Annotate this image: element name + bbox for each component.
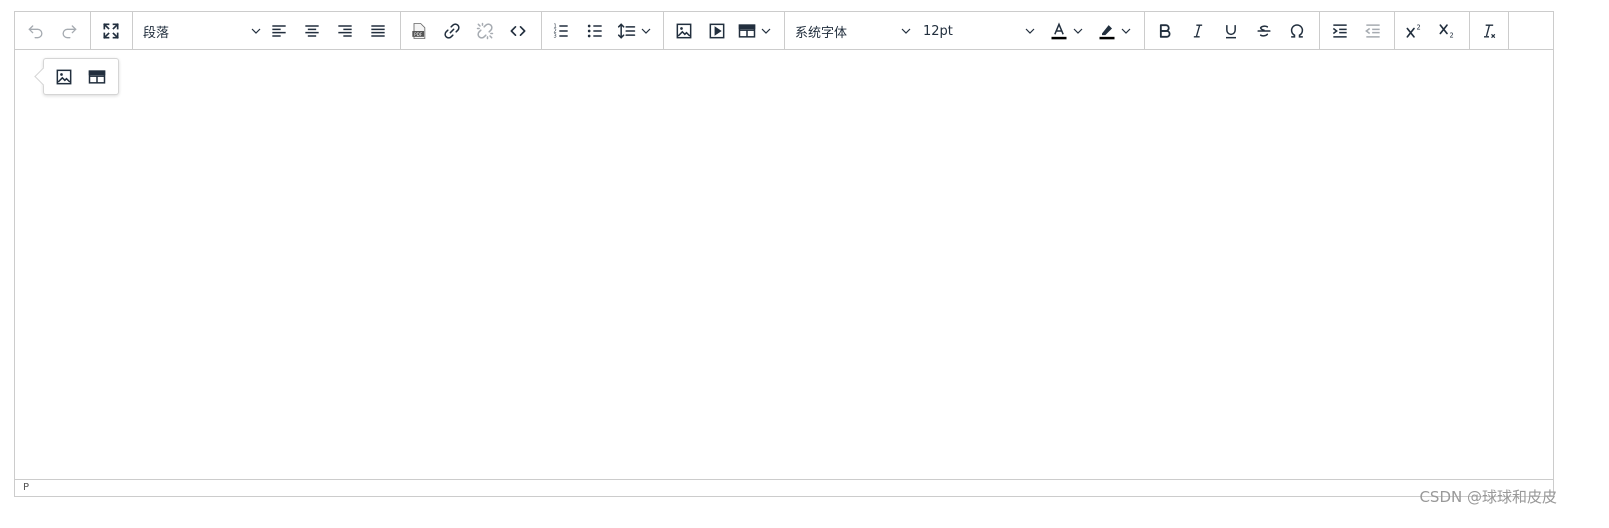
code-icon xyxy=(510,26,526,37)
special-char-icon xyxy=(1290,24,1304,38)
align-right-icon xyxy=(338,25,352,37)
fullscreen-button[interactable] xyxy=(96,16,126,46)
unlink-button[interactable] xyxy=(470,16,500,46)
line-height-dropdown[interactable] xyxy=(617,16,651,46)
align-center-button[interactable] xyxy=(297,16,327,46)
align-center-icon xyxy=(305,25,319,37)
link-button[interactable] xyxy=(437,16,467,46)
bold-button[interactable] xyxy=(1150,16,1180,46)
chevron-down-icon xyxy=(1121,28,1131,34)
svg-text:2: 2 xyxy=(1417,23,1421,31)
table-icon xyxy=(88,70,106,84)
chevron-down-icon xyxy=(1025,28,1035,34)
subscript-icon: 2 xyxy=(1439,24,1454,40)
align-right-button[interactable] xyxy=(330,16,360,46)
svg-text:3: 3 xyxy=(554,34,557,40)
toolbar-separator xyxy=(132,12,133,49)
watermark-text: CSDN @球球和皮皮 xyxy=(1419,488,1557,506)
quick-insert-image-button[interactable] xyxy=(49,62,79,92)
pdf-icon: PDF xyxy=(412,23,426,39)
clear-format-icon xyxy=(1484,24,1496,39)
chevron-down-icon xyxy=(641,28,651,34)
toolbar-separator xyxy=(1394,12,1395,49)
toolbar-separator xyxy=(1469,12,1470,49)
toolbar-separator xyxy=(90,12,91,49)
pdf-button[interactable]: PDF xyxy=(404,16,434,46)
toolbar-separator xyxy=(541,12,542,49)
svg-text:PDF: PDF xyxy=(414,32,423,37)
clear-format-button[interactable] xyxy=(1474,16,1504,46)
quick-insert-table-button[interactable] xyxy=(82,62,112,92)
bullet-list-icon xyxy=(587,24,602,38)
line-height-icon xyxy=(617,23,636,39)
outdent-icon xyxy=(1365,24,1380,38)
indent-icon xyxy=(1332,24,1347,38)
align-justify-icon xyxy=(371,25,385,37)
superscript-icon: 2 xyxy=(1406,23,1421,38)
chevron-down-icon xyxy=(901,28,911,34)
toolbar-separator xyxy=(663,12,664,49)
undo-button[interactable] xyxy=(21,16,51,46)
font-size-value: 12pt xyxy=(923,23,953,39)
chevron-down-icon xyxy=(761,28,771,34)
editor-statusbar: P xyxy=(15,479,1553,496)
italic-button[interactable] xyxy=(1183,16,1213,46)
unlink-icon xyxy=(476,22,494,40)
highlight-icon xyxy=(1099,25,1115,40)
underline-icon xyxy=(1226,25,1236,39)
toolbar-separator xyxy=(400,12,401,49)
subscript-button[interactable]: 2 xyxy=(1432,16,1462,46)
link-icon xyxy=(444,23,460,39)
toolbar-separator xyxy=(1144,12,1145,49)
indent-button[interactable] xyxy=(1325,16,1355,46)
table-icon xyxy=(738,24,756,38)
fullscreen-icon xyxy=(103,23,119,39)
special-char-button[interactable] xyxy=(1282,16,1312,46)
image-icon xyxy=(56,69,72,85)
editor-content-area[interactable] xyxy=(15,50,1553,479)
toolbar-separator xyxy=(1508,12,1509,49)
align-justify-button[interactable] xyxy=(363,16,393,46)
font-family-value: 系统字体 xyxy=(795,25,848,41)
redo-button[interactable] xyxy=(54,16,84,46)
element-path[interactable]: P xyxy=(23,482,29,493)
align-left-button[interactable] xyxy=(264,16,294,46)
bullet-list-button[interactable] xyxy=(580,16,610,46)
ordered-list-button[interactable]: 1 2 3 xyxy=(546,16,576,46)
undo-icon xyxy=(28,25,43,39)
insert-media-button[interactable] xyxy=(702,16,732,46)
highlight-color-dropdown[interactable] xyxy=(1097,16,1131,46)
text-color-icon xyxy=(1051,22,1067,40)
table-dropdown[interactable] xyxy=(737,16,771,46)
font-size-select[interactable]: 12pt xyxy=(919,16,1035,46)
chevron-down-icon xyxy=(251,28,261,34)
chevron-down-icon xyxy=(1073,28,1083,34)
toolbar-separator xyxy=(1319,12,1320,49)
editor-toolbar: 段落 PDF 1 2 3 系统字体 12pt 2 2 xyxy=(15,12,1553,50)
media-icon xyxy=(709,23,725,39)
text-color-dropdown[interactable] xyxy=(1049,16,1083,46)
toolbar-separator xyxy=(784,12,785,49)
italic-icon xyxy=(1193,24,1203,38)
insert-image-button[interactable] xyxy=(669,16,699,46)
font-family-select[interactable]: 系统字体 xyxy=(791,16,911,46)
strikethrough-button[interactable] xyxy=(1249,16,1279,46)
outdent-button[interactable] xyxy=(1358,16,1388,46)
svg-text:2: 2 xyxy=(1450,32,1454,40)
ordered-list-icon: 1 2 3 xyxy=(554,24,568,40)
block-format-select[interactable]: 段落 xyxy=(139,16,261,46)
superscript-button[interactable]: 2 xyxy=(1399,16,1429,46)
underline-button[interactable] xyxy=(1216,16,1246,46)
redo-icon xyxy=(62,25,77,39)
quick-insert-toolbar xyxy=(34,58,119,95)
bold-icon xyxy=(1159,24,1171,38)
rich-text-editor: 段落 PDF 1 2 3 系统字体 12pt 2 2 P xyxy=(14,11,1554,497)
strikethrough-icon xyxy=(1257,25,1271,37)
align-left-icon xyxy=(272,25,286,37)
block-format-value: 段落 xyxy=(143,25,170,41)
code-button[interactable] xyxy=(503,16,533,46)
image-icon xyxy=(676,23,692,39)
